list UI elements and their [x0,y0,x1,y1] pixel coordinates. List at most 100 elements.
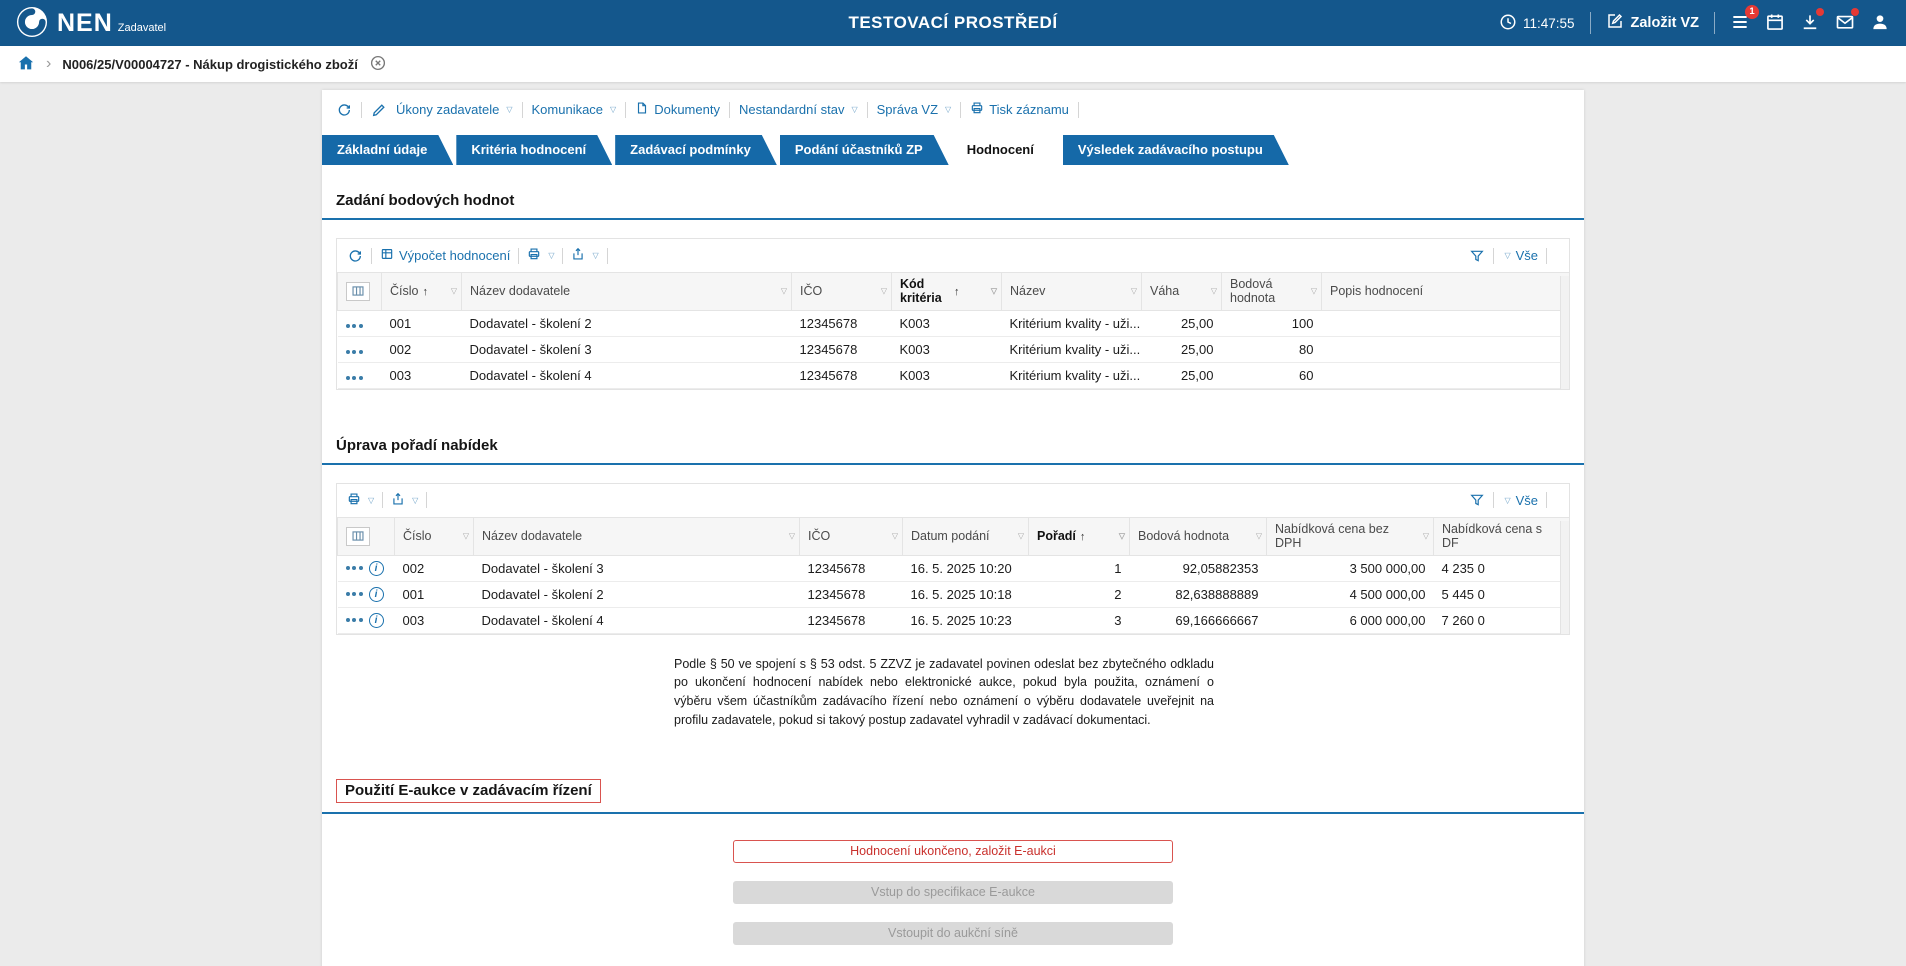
info-icon[interactable]: i [369,561,384,576]
col-header-nazev[interactable]: Název▽ [1002,273,1142,311]
col-header-nabidkova-cena-bez-dph[interactable]: Nabídková cena bez DPH▽ [1267,517,1434,555]
nen-logo[interactable]: NEN Zadavatel [16,6,166,41]
show-all-filter[interactable]: ▽ Vše [1502,493,1538,508]
export-grid-button[interactable]: ▽ [571,247,598,264]
column-filter-icon[interactable]: ▽ [991,287,997,296]
column-filter-icon[interactable]: ▽ [1423,532,1429,541]
menu-komunikace[interactable]: Komunikace▽ [532,102,617,117]
downloads-button[interactable] [1800,12,1820,35]
col-header-bodova-hodnota[interactable]: Bodová hodnota▽ [1222,273,1322,311]
table-row[interactable]: 001 Dodavatel - školení 2 12345678 K003 … [338,310,1570,336]
menu-tisk-zaznamu[interactable]: Tisk záznamu [970,101,1069,118]
menu-dokumenty[interactable]: Dokumenty [635,101,720,118]
order-table-header-row: Číslo▽ Název dodavatele▽ IČO▽ Datum podá… [338,517,1570,555]
info-icon[interactable]: i [369,587,384,602]
tab-zadavaci-podminky[interactable]: Zadávací podmínky [615,135,777,165]
info-icon[interactable]: i [369,613,384,628]
col-header-nazev-dodavatele[interactable]: Název dodavatele▽ [474,517,800,555]
col-header-nabidkova-cena-s-dph[interactable]: Nabídková cena s DF [1434,517,1570,555]
printer-icon [347,492,361,509]
table-row[interactable]: i 003 Dodavatel - školení 4 12345678 16.… [338,607,1570,633]
create-vz-button[interactable]: Založit VZ [1606,12,1699,34]
row-menu-icon[interactable] [346,592,363,596]
toolbar-divider [371,248,372,264]
show-all-filter[interactable]: ▽ Vše [1502,248,1538,263]
menu-sprava-vz[interactable]: Správa VZ▽ [877,102,952,117]
downloads-notification-dot [1816,8,1824,16]
chevron-down-icon: ▽ [506,105,512,114]
table-scrollbar[interactable] [1560,276,1569,389]
column-filter-icon[interactable]: ▽ [881,287,887,296]
close-record-icon[interactable] [369,54,387,75]
table-row[interactable]: i 002 Dodavatel - školení 3 12345678 16.… [338,555,1570,581]
calendar-button[interactable] [1765,12,1785,35]
environment-title: TESTOVACÍ PROSTŘEDÍ [848,13,1057,33]
main-menu-button[interactable]: 1 [1730,12,1750,35]
menu-ukony-zadavatele[interactable]: Úkony zadavatele▽ [396,102,513,117]
messages-button[interactable] [1835,12,1855,35]
column-filter-icon[interactable]: ▽ [789,532,795,541]
column-filter-icon[interactable]: ▽ [892,532,898,541]
breadcrumb-record-link[interactable]: N006/25/V00004727 - Nákup drogistického … [62,57,358,72]
col-header-ico[interactable]: IČO▽ [792,273,892,311]
table-row[interactable]: 002 Dodavatel - školení 3 12345678 K003 … [338,336,1570,362]
filter-button[interactable] [1469,492,1485,508]
menu-nestandardni-stav[interactable]: Nestandardní stav▽ [739,102,858,117]
tab-zakladni-udaje[interactable]: Základní údaje [322,135,453,165]
col-header-vaha[interactable]: Váha▽ [1142,273,1222,311]
col-header-bodova-hodnota[interactable]: Bodová hodnota▽ [1130,517,1267,555]
column-filter-icon[interactable]: ▽ [781,287,787,296]
export-grid-button[interactable]: ▽ [391,492,418,509]
row-menu-icon[interactable] [346,376,363,380]
document-icon [635,101,649,118]
brand-subtitle: Zadavatel [118,22,166,34]
column-filter-icon[interactable]: ▽ [451,287,457,296]
refresh-button[interactable] [347,248,363,264]
print-grid-button[interactable]: ▽ [527,247,554,264]
table-row[interactable]: i 001 Dodavatel - školení 2 12345678 16.… [338,581,1570,607]
row-menu-icon[interactable] [346,324,363,328]
filter-button[interactable] [1469,248,1485,264]
table-scrollbar[interactable] [1560,521,1569,634]
record-detail-card: Úkony zadavatele▽ Komunikace▽ Dokumenty … [322,90,1584,966]
tab-podani-ucastniku[interactable]: Podání účastníků ZP [780,135,949,165]
row-menu-icon[interactable] [346,566,363,570]
scores-grid-widget: Výpočet hodnocení ▽ ▽ [336,238,1570,390]
chevron-down-icon: ▽ [851,105,857,114]
print-grid-button[interactable]: ▽ [347,492,374,509]
user-icon [1870,12,1890,35]
user-profile-button[interactable] [1870,12,1890,35]
start-eauction-button[interactable]: Hodnocení ukončeno, založit E-aukci [733,840,1173,863]
column-chooser-button[interactable] [346,527,370,546]
column-filter-icon[interactable]: ▽ [463,532,469,541]
row-menu-icon[interactable] [346,618,363,622]
table-row[interactable]: 003 Dodavatel - školení 4 12345678 K003 … [338,362,1570,388]
col-header-poradi[interactable]: Pořadí↑▽ [1029,517,1130,555]
edit-record-button[interactable] [371,102,387,118]
col-header-ico[interactable]: IČO▽ [800,517,903,555]
col-header-popis-hodnoceni[interactable]: Popis hodnocení [1322,273,1570,311]
chevron-down-icon: ▽ [945,105,951,114]
sort-asc-icon: ↑ [1080,531,1086,543]
col-header-cislo[interactable]: Číslo▽ [395,517,474,555]
tab-kriteria-hodnoceni[interactable]: Kritéria hodnocení [456,135,612,165]
column-filter-icon[interactable]: ▽ [1311,287,1317,296]
session-time: 11:47:55 [1499,13,1575,34]
tab-hodnoceni[interactable]: Hodnocení [952,135,1060,165]
col-header-datum-podani[interactable]: Datum podání▽ [903,517,1029,555]
refresh-button[interactable] [336,102,352,118]
row-menu-icon[interactable] [346,350,363,354]
column-filter-icon[interactable]: ▽ [1131,287,1137,296]
column-filter-icon[interactable]: ▽ [1211,287,1217,296]
column-filter-icon[interactable]: ▽ [1119,532,1125,541]
home-icon[interactable] [17,54,35,75]
col-header-cislo[interactable]: Číslo↑▽ [382,273,462,311]
col-header-nazev-dodavatele[interactable]: Název dodavatele▽ [462,273,792,311]
column-chooser-button[interactable] [346,282,370,301]
column-filter-icon[interactable]: ▽ [1018,532,1024,541]
column-filter-icon[interactable]: ▽ [1256,532,1262,541]
col-header-kod-kriteria[interactable]: Kód kritéria↑▽ [892,273,1002,311]
legal-note: Podle § 50 ve spojení s § 53 odst. 5 ZZV… [674,655,1214,730]
tab-vysledek[interactable]: Výsledek zadávacího postupu [1063,135,1289,165]
vypocet-hodnoceni-button[interactable]: Výpočet hodnocení [380,247,510,264]
